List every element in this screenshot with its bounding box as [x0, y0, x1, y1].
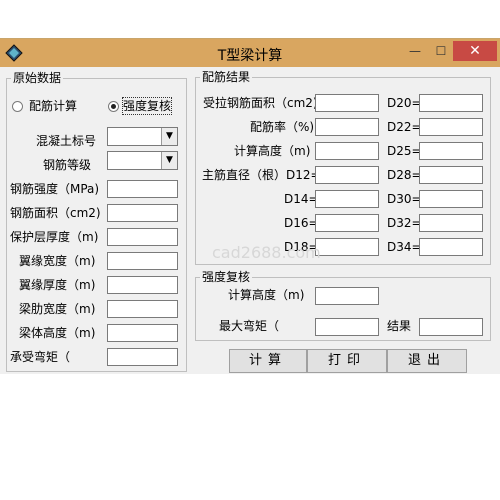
original-field-input[interactable]: [107, 348, 178, 366]
radio-check[interactable]: [108, 101, 119, 112]
check-result-field[interactable]: [419, 318, 483, 336]
concrete-grade-select[interactable]: ▼: [107, 127, 178, 146]
result-label: 主筋直径（根）D12=: [202, 168, 321, 182]
original-field-label: 钢筋面积（cm2): [10, 206, 101, 220]
result-field[interactable]: [315, 238, 379, 256]
exit-button[interactable]: 退出: [387, 349, 467, 373]
result-label: D16=: [284, 216, 319, 230]
concrete-grade-label: 混凝土标号: [36, 134, 97, 148]
check-max-moment-label: 最大弯矩（: [219, 319, 280, 333]
rebar-count-field[interactable]: [419, 94, 483, 112]
result-label: D14=: [284, 192, 319, 206]
result-field[interactable]: [315, 190, 379, 208]
original-field-label: 保护层厚度（m): [10, 230, 99, 244]
rebar-count-field[interactable]: [419, 142, 483, 160]
original-field-label: 梁肋宽度（m): [19, 302, 96, 316]
print-button[interactable]: 打印: [307, 349, 387, 373]
check-calc-height-field[interactable]: [315, 287, 379, 305]
radio-check-label[interactable]: 强度复核: [121, 97, 173, 115]
chevron-down-icon[interactable]: ▼: [161, 152, 177, 169]
result-field[interactable]: [315, 118, 379, 136]
result-label: 计算高度（m): [234, 144, 311, 158]
result-field[interactable]: [315, 142, 379, 160]
original-field-label: 翼缘宽度（m): [19, 254, 96, 268]
rebar-count-field[interactable]: [419, 118, 483, 136]
result-field[interactable]: [315, 166, 379, 184]
title-bar: T型梁计算 — ☐ ✕: [0, 39, 500, 67]
result-field[interactable]: [315, 94, 379, 112]
radio-design-label[interactable]: 配筋计算: [29, 98, 77, 114]
maximize-button[interactable]: ☐: [428, 41, 454, 61]
watermark: cad2688.com: [212, 243, 321, 262]
rebar-count-label: D34=: [387, 240, 422, 254]
original-field-label: 翼缘厚度（m): [19, 278, 96, 292]
original-field-input[interactable]: [107, 276, 178, 294]
steel-grade-select[interactable]: ▼: [107, 151, 178, 170]
rebar-count-label: D22=: [387, 120, 422, 134]
steel-grade-label: 钢筋等级: [43, 158, 92, 172]
minimize-button[interactable]: —: [402, 41, 428, 61]
rebar-count-label: D20=: [387, 96, 422, 110]
result-field[interactable]: [315, 214, 379, 232]
rebar-count-label: D28=: [387, 168, 422, 182]
original-data-title: 原始数据: [11, 71, 64, 85]
check-calc-height-label: 计算高度（m): [228, 288, 305, 302]
app-window: T型梁计算 — ☐ ✕ 原始数据 配筋计算 强度复核 混凝土标号 ▼ 钢筋等级 …: [0, 38, 500, 374]
result-label: 受拉钢筋面积（cm2): [203, 96, 318, 110]
original-field-label: 梁体高度（m): [19, 326, 96, 340]
radio-design[interactable]: [12, 101, 23, 112]
calculate-button[interactable]: 计算: [229, 349, 307, 373]
check-result-label: 结果: [387, 319, 412, 333]
results-title: 配筋结果: [200, 70, 253, 84]
close-button[interactable]: ✕: [453, 41, 497, 61]
rebar-count-label: D25=: [387, 144, 422, 158]
original-field-input[interactable]: [107, 252, 178, 270]
original-field-input[interactable]: [107, 180, 178, 198]
rebar-count-field[interactable]: [419, 214, 483, 232]
original-field-input[interactable]: [107, 204, 178, 222]
rebar-count-field[interactable]: [419, 238, 483, 256]
rebar-count-field[interactable]: [419, 190, 483, 208]
original-field-input[interactable]: [107, 228, 178, 246]
chevron-down-icon[interactable]: ▼: [161, 128, 177, 145]
rebar-count-field[interactable]: [419, 166, 483, 184]
check-title: 强度复核: [200, 270, 253, 284]
rebar-count-label: D30=: [387, 192, 422, 206]
original-field-label: 钢筋强度（MPa): [10, 182, 100, 196]
original-field-input[interactable]: [107, 300, 178, 318]
original-field-label: 承受弯矩（: [10, 350, 71, 364]
result-label: 配筋率（%): [250, 120, 315, 134]
rebar-count-label: D32=: [387, 216, 422, 230]
original-field-input[interactable]: [107, 324, 178, 342]
check-max-moment-field[interactable]: [315, 318, 379, 336]
